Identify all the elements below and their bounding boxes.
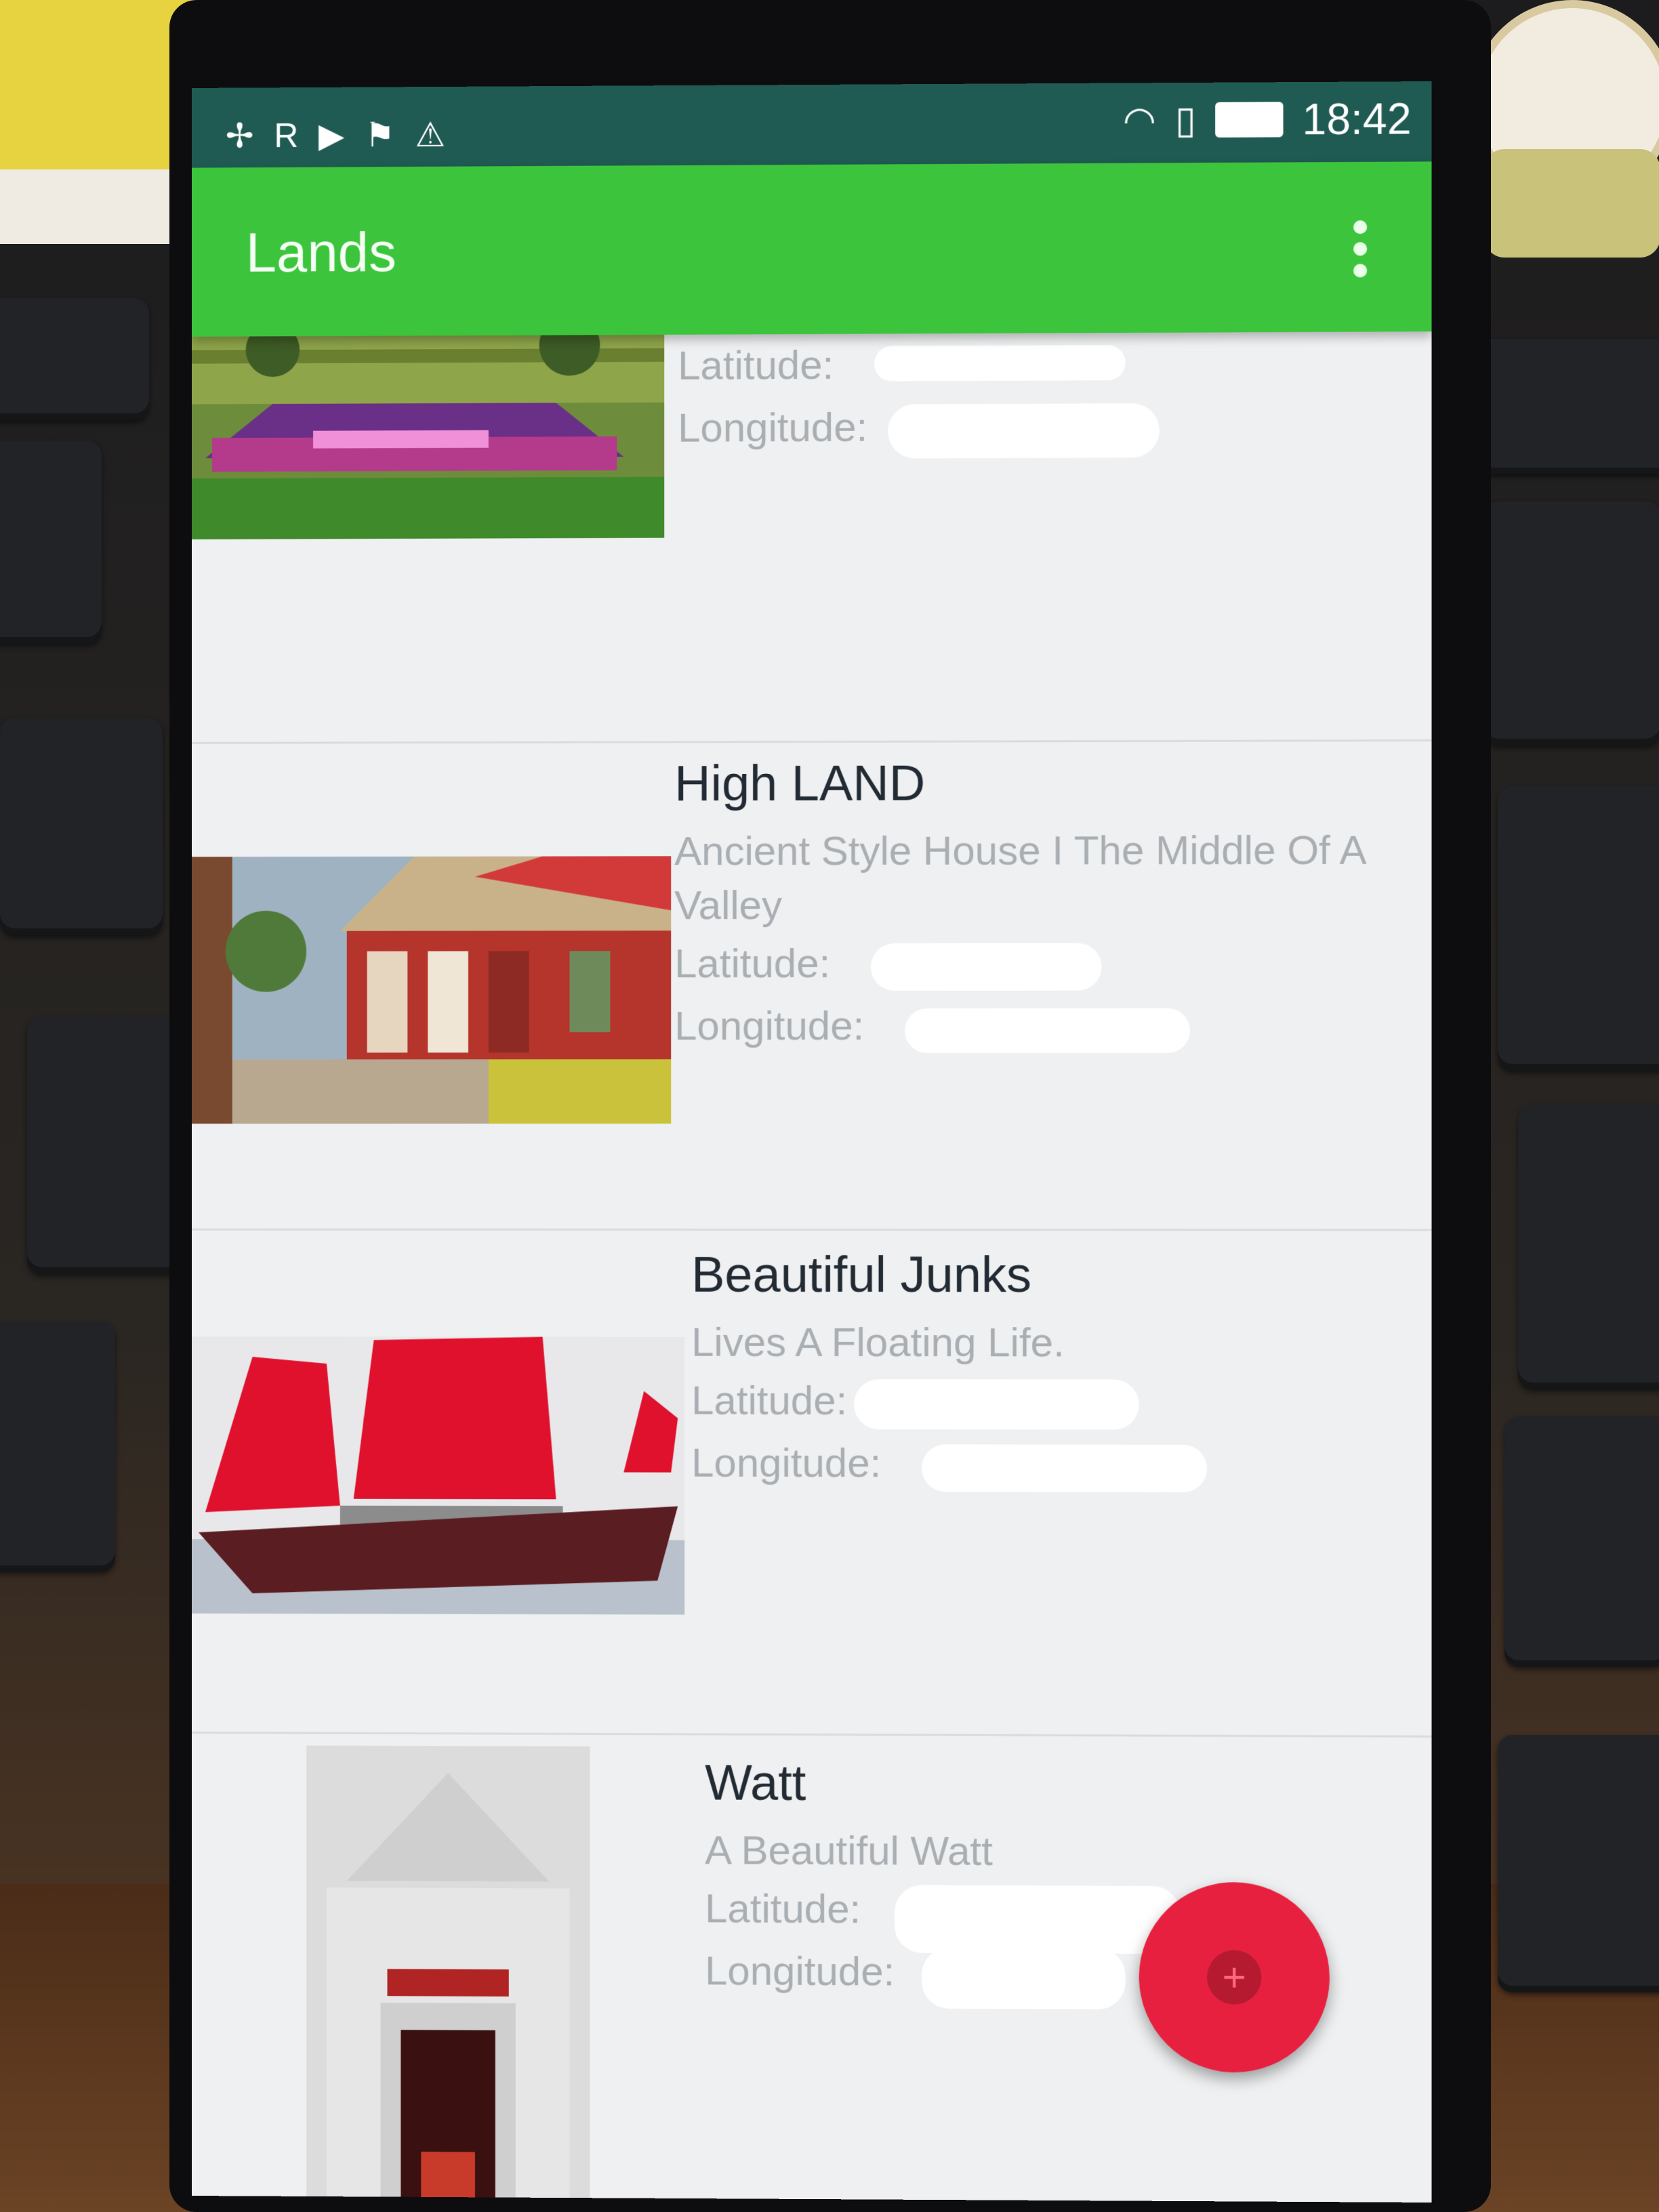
land-name: High LAND	[674, 754, 926, 812]
land-description: Ancient Style House I The Middle Of A Va…	[674, 827, 1365, 928]
latitude-label: Latitude:	[691, 1377, 848, 1424]
land-list-item[interactable]: Beautiful Junks Lives A Floating Life. L…	[192, 1228, 1432, 1738]
land-description: Lives A Floating Life.	[691, 1319, 1065, 1366]
land-list-item[interactable]: High LAND Ancient Style House I The Midd…	[192, 739, 1432, 1231]
longitude-row: Longitude:	[674, 994, 1421, 1057]
keyboard-key	[27, 1017, 183, 1274]
keyboard-key	[0, 718, 163, 935]
sim-icon: ▯	[1174, 98, 1196, 142]
status-time: 18:42	[1302, 94, 1412, 144]
latitude-label: Latitude:	[674, 940, 831, 987]
longitude-row: Longitude:	[691, 1432, 1425, 1496]
land-info: Latitude: Longitude:	[678, 334, 1160, 459]
keyboard-key	[1504, 1416, 1659, 1667]
warning-icon: ⚠	[415, 115, 446, 154]
keyboard-key	[0, 298, 149, 420]
land-list-item[interactable]: Latitude: Longitude:	[192, 318, 1432, 744]
youtube-icon: ▶	[319, 116, 345, 155]
redacted-value	[854, 1379, 1139, 1430]
longitude-label: Longitude:	[691, 1439, 882, 1486]
land-photo-house	[192, 856, 672, 1124]
latitude-label: Latitude:	[705, 1885, 861, 1932]
land-photo-junk-boat	[192, 1336, 685, 1615]
keyboard-key	[0, 1322, 115, 1572]
redacted-value	[922, 1444, 1208, 1493]
redacted-value	[905, 1008, 1190, 1053]
battery-icon	[1214, 102, 1284, 138]
latitude-row: Latitude:	[691, 1370, 1425, 1433]
land-info: High LAND Ancient Style House I The Midd…	[674, 753, 1421, 1057]
redacted-value	[922, 1947, 1126, 2010]
phone-screen: ✢ R ▶ ⚑ ⚠ ◠ ▯ 18:42 Lands Latitude: Long…	[192, 81, 1432, 2203]
flag-icon: ⚑	[365, 116, 395, 155]
longitude-label: Longitude:	[678, 404, 868, 451]
add-land-fab[interactable]: +	[1139, 1881, 1330, 2073]
keyboard-key	[1498, 786, 1659, 1071]
measuring-tape	[1484, 149, 1659, 258]
status-bar: ✢ R ▶ ⚑ ⚠ ◠ ▯ 18:42	[192, 81, 1432, 169]
app-bar-title: Lands	[245, 221, 396, 284]
white-paper	[0, 169, 197, 244]
app-bar: Lands	[192, 161, 1432, 337]
keyboard-key	[1484, 501, 1659, 745]
keyboard-key	[1498, 1735, 1659, 1992]
redacted-value	[871, 943, 1102, 991]
land-description: A Beautiful Watt	[705, 1827, 993, 1875]
more-vert-icon[interactable]	[1350, 216, 1370, 278]
status-bar-right-icons: ◠ ▯ 18:42	[1123, 94, 1412, 145]
keyboard-key	[0, 441, 102, 644]
land-photo-vineyard	[192, 321, 665, 539]
latitude-row: Latitude:	[674, 932, 1421, 995]
land-info: Beautiful Junks Lives A Floating Life. L…	[691, 1246, 1425, 1496]
keyboard-key	[1518, 1105, 1659, 1389]
redacted-value	[888, 403, 1160, 459]
longitude-row: Longitude:	[678, 396, 1160, 459]
add-icon: +	[1207, 1950, 1262, 2005]
r-icon: R	[274, 116, 299, 155]
land-name: Beautiful Junks	[691, 1246, 1032, 1303]
latitude-row: Latitude:	[678, 334, 1126, 397]
pinwheel-icon: ✢	[225, 117, 254, 155]
land-photo-watt	[306, 1745, 590, 2203]
keyboard-key	[1477, 339, 1659, 474]
redacted-value	[874, 345, 1126, 382]
longitude-label: Longitude:	[705, 1948, 895, 1994]
latitude-label: Latitude:	[678, 342, 834, 388]
status-bar-left-icons: ✢ R ▶ ⚑ ⚠	[226, 115, 445, 156]
land-name: Watt	[705, 1754, 806, 1811]
wifi-icon: ◠	[1122, 98, 1156, 142]
longitude-label: Longitude:	[674, 1002, 865, 1049]
